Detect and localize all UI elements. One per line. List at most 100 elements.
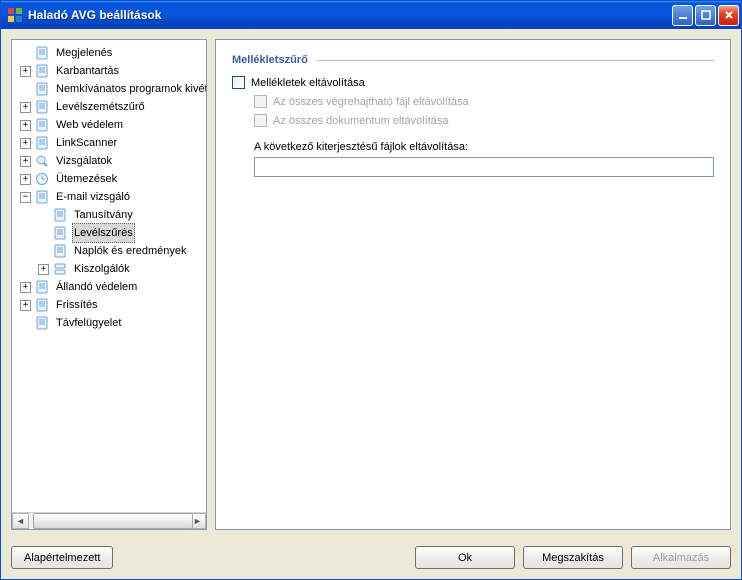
tree-item-schedules[interactable]: + Ütemezések: [16, 170, 206, 188]
expander-collapsed[interactable]: +: [20, 102, 31, 113]
tree-item-update[interactable]: + Frissítés: [16, 296, 206, 314]
expander-blank: [20, 48, 31, 59]
page-icon: [34, 189, 50, 205]
apply-button[interactable]: Alkalmazás: [631, 546, 731, 569]
tree-item-remote[interactable]: Távfelügyelet: [16, 314, 206, 332]
close-button[interactable]: [718, 5, 739, 26]
tree-item-mailfilter[interactable]: Levélszűrés: [16, 224, 206, 242]
tree-label: Megjelenés: [54, 44, 114, 62]
tree-label: Levélszemétszűrő: [54, 98, 147, 116]
magnifier-icon: [34, 153, 50, 169]
expander-collapsed[interactable]: +: [20, 120, 31, 131]
tree-item-scans[interactable]: + Vizsgálatok: [16, 152, 206, 170]
tree-item-logs[interactable]: Naplók és eredmények: [16, 242, 206, 260]
tree-item-linkscanner[interactable]: + LinkScanner: [16, 134, 206, 152]
extensions-input[interactable]: [254, 157, 714, 177]
tree-label: Állandó védelem: [54, 278, 139, 296]
checkbox-icon: [254, 95, 267, 108]
tree-label: Naplók és eredmények: [72, 242, 189, 260]
expander-collapsed[interactable]: +: [20, 300, 31, 311]
expander-collapsed[interactable]: +: [20, 66, 31, 77]
checkbox-remove-attachments[interactable]: Mellékletek eltávolítása: [232, 76, 714, 89]
checkbox-icon[interactable]: [232, 76, 245, 89]
minimize-button[interactable]: [672, 5, 693, 26]
tree-list: Megjelenés + Karbantartás Nemkívánatos p…: [12, 40, 206, 512]
tree-item-servers[interactable]: + Kiszolgálók: [16, 260, 206, 278]
group-title: Mellékletszűrő: [232, 54, 308, 66]
spacer: [121, 546, 407, 569]
expander-expanded[interactable]: −: [20, 192, 31, 203]
tree-label: Web védelem: [54, 116, 125, 134]
tree-label: Frissítés: [54, 296, 100, 314]
expander-blank: [38, 210, 49, 221]
tree-view[interactable]: Megjelenés + Karbantartás Nemkívánatos p…: [11, 39, 207, 530]
horizontal-scrollbar[interactable]: ◄ ►: [12, 512, 206, 529]
tree-item-realtime[interactable]: + Állandó védelem: [16, 278, 206, 296]
window-buttons: [672, 5, 739, 26]
page-icon: [34, 297, 50, 313]
tree-label: Kiszolgálók: [72, 260, 132, 278]
checkbox-label: Az összes végrehajtható fájl eltávolítás…: [273, 96, 469, 108]
tree-item-web-protection[interactable]: + Web védelem: [16, 116, 206, 134]
tree-panel: Megjelenés + Karbantartás Nemkívánatos p…: [11, 39, 207, 530]
tree-label: E-mail vizsgáló: [54, 188, 132, 206]
expander-blank: [20, 318, 31, 329]
page-icon: [34, 99, 50, 115]
scroll-thumb[interactable]: [33, 513, 193, 529]
tree-label: Tanusítvány: [72, 206, 135, 224]
tree-item-exceptions[interactable]: Nemkívánatos programok kivételei: [16, 80, 206, 98]
titlebar[interactable]: Haladó AVG beállítások: [1, 1, 741, 29]
clock-icon: [34, 171, 50, 187]
page-icon: [34, 117, 50, 133]
content-area: Megjelenés + Karbantartás Nemkívánatos p…: [1, 29, 741, 540]
maximize-button[interactable]: [695, 5, 716, 26]
tree-label-selected: Levélszűrés: [72, 223, 135, 243]
page-icon: [34, 279, 50, 295]
cancel-button[interactable]: Megszakítás: [523, 546, 623, 569]
group-header: Mellékletszűrő: [232, 54, 714, 66]
page-icon: [52, 243, 68, 259]
tree-item-maintenance[interactable]: + Karbantartás: [16, 62, 206, 80]
tree-label: Nemkívánatos programok kivételei: [54, 80, 206, 98]
expander-collapsed[interactable]: +: [20, 174, 31, 185]
main-panel: Mellékletszűrő Mellékletek eltávolítása …: [215, 39, 731, 530]
checkbox-remove-exe: Az összes végrehajtható fájl eltávolítás…: [254, 95, 714, 108]
default-button[interactable]: Alapértelmezett: [11, 546, 113, 569]
tree-label: Ütemezések: [54, 170, 119, 188]
page-icon: [52, 225, 68, 241]
page-icon: [34, 45, 50, 61]
checkbox-label: Az összes dokumentum eltávolítása: [273, 115, 448, 127]
tree-label: Karbantartás: [54, 62, 121, 80]
page-icon: [34, 63, 50, 79]
tree-item-certificate[interactable]: Tanusítvány: [16, 206, 206, 224]
divider: [316, 60, 714, 61]
page-icon: [34, 135, 50, 151]
page-icon: [34, 315, 50, 331]
page-icon: [52, 207, 68, 223]
checkbox-label: Mellékletek eltávolítása: [251, 77, 365, 89]
expander-collapsed[interactable]: +: [38, 264, 49, 275]
tree-label: LinkScanner: [54, 134, 119, 152]
tree-item-email-scanner[interactable]: − E-mail vizsgáló: [16, 188, 206, 206]
expander-collapsed[interactable]: +: [20, 138, 31, 149]
ok-button[interactable]: Ok: [415, 546, 515, 569]
extensions-input-wrap: [254, 157, 714, 177]
checkbox-remove-doc: Az összes dokumentum eltávolítása: [254, 114, 714, 127]
button-row: Alapértelmezett Ok Megszakítás Alkalmazá…: [1, 540, 741, 579]
expander-blank: [38, 246, 49, 257]
expander-collapsed[interactable]: +: [20, 282, 31, 293]
scroll-track[interactable]: [29, 513, 189, 529]
expander-collapsed[interactable]: +: [20, 156, 31, 167]
tree-item-spamfilter[interactable]: + Levélszemétszűrő: [16, 98, 206, 116]
tree-label: Távfelügyelet: [54, 314, 123, 332]
settings-window: Haladó AVG beállítások: [0, 0, 742, 580]
expander-blank: [20, 84, 31, 95]
checkbox-icon: [254, 114, 267, 127]
scroll-left-arrow-icon[interactable]: ◄: [12, 513, 29, 529]
expander-blank: [38, 228, 49, 239]
window-title: Haladó AVG beállítások: [28, 8, 672, 22]
tree-item-appearance[interactable]: Megjelenés: [16, 44, 206, 62]
tree-label: Vizsgálatok: [54, 152, 114, 170]
page-icon: [34, 81, 50, 97]
server-icon: [52, 261, 68, 277]
